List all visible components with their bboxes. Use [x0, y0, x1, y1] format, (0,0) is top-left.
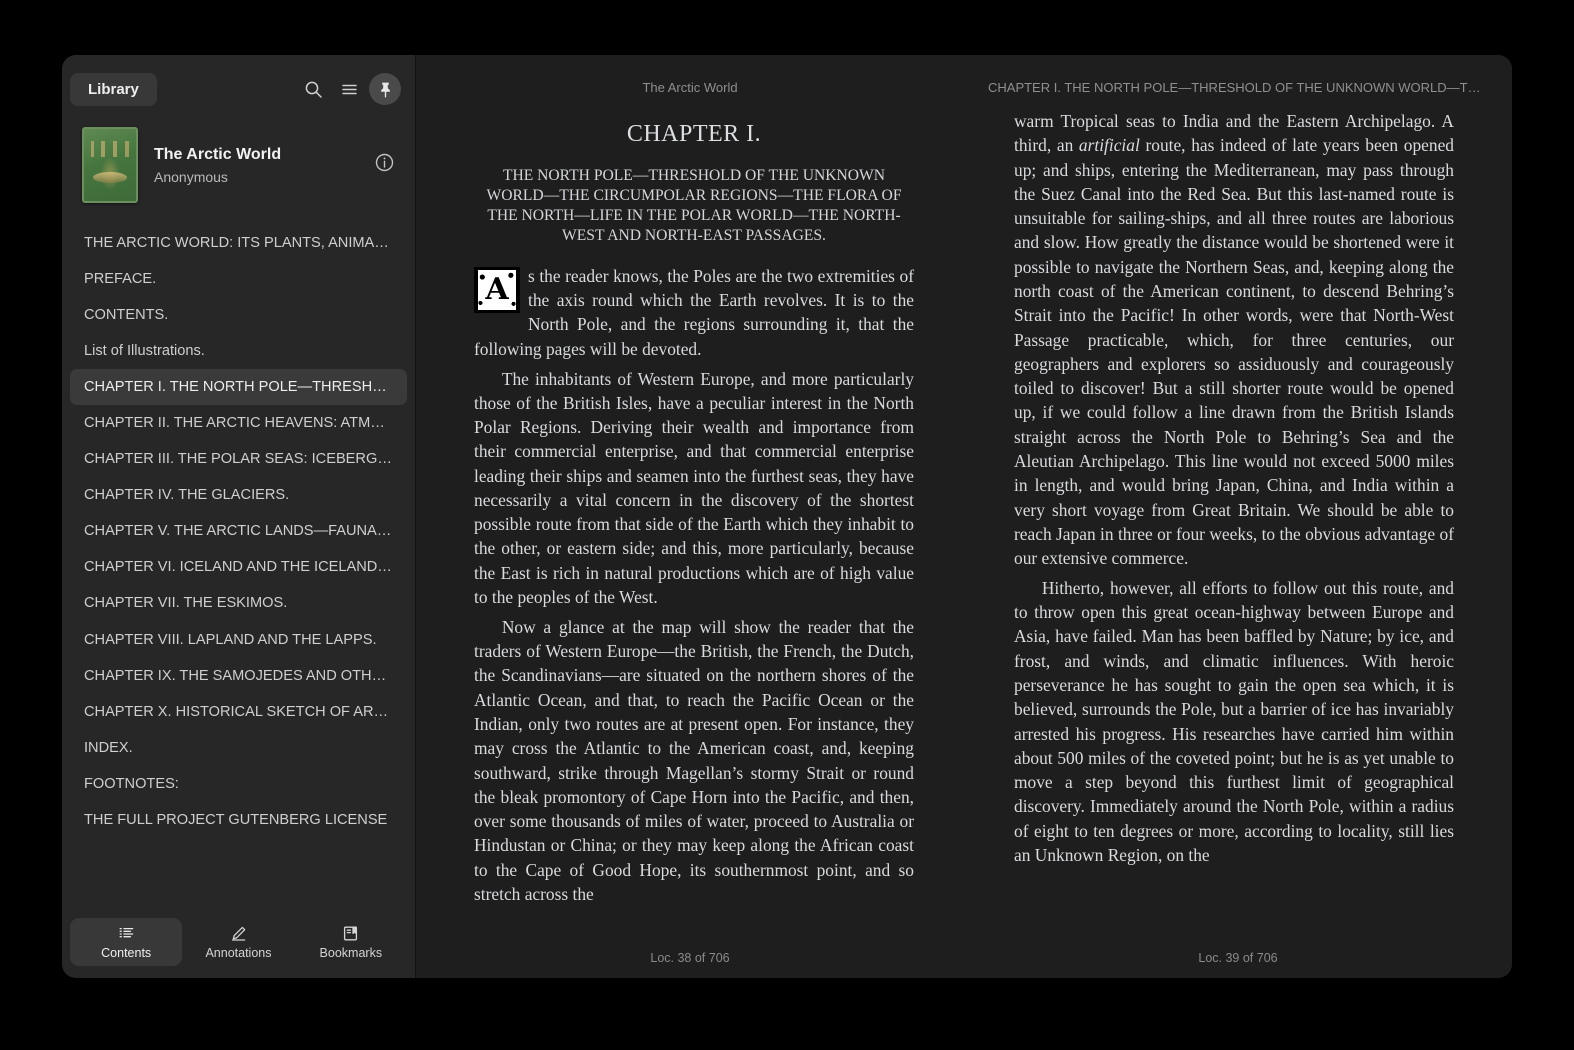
emphasis-text: artificial [1078, 135, 1140, 156]
running-head-left: The Arctic World [642, 79, 738, 95]
toc-item[interactable]: CHAPTER IX. THE SAMOJEDES AND OTHER T… [70, 658, 407, 694]
sidebar: Library The Arctic World Anonymous THE A… [62, 55, 416, 978]
location-right: Loc. 39 of 706 [1198, 951, 1278, 965]
drop-cap: A [474, 266, 520, 313]
toc-item[interactable]: CHAPTER X. HISTORICAL SKETCH OF ARCTIC … [70, 694, 407, 730]
library-button[interactable]: Library [70, 72, 157, 106]
tab-bookmarks-label: Bookmarks [319, 946, 383, 960]
toc-item[interactable]: CHAPTER IV. THE GLACIERS. [70, 477, 407, 513]
book-author: Anonymous [154, 169, 228, 186]
info-icon [374, 152, 395, 178]
toc-item[interactable]: THE ARCTIC WORLD: ITS PLANTS, ANIMALS, … [70, 225, 407, 261]
paragraph: As the reader knows, the Poles are the t… [474, 264, 914, 361]
running-heads: The Arctic World CHAPTER I. THE NORTH PO… [416, 55, 1512, 109]
book-info-button[interactable] [371, 152, 397, 178]
book-cover-thumbnail[interactable] [82, 127, 138, 203]
search-button[interactable] [297, 73, 329, 105]
toc-item[interactable]: CONTENTS. [70, 297, 407, 333]
toc-item[interactable]: CHAPTER I. THE NORTH POLE—THRESHOLD … [70, 369, 407, 406]
page-right[interactable]: warm Tropical seas to India and the East… [964, 109, 1512, 938]
book-title: The Arctic World [154, 145, 282, 163]
location-left: Loc. 38 of 706 [650, 951, 730, 965]
paragraph: warm Tropical seas to India and the East… [1014, 109, 1454, 570]
table-of-contents-list[interactable]: THE ARCTIC WORLD: ITS PLANTS, ANIMALS, …… [62, 219, 415, 914]
page-columns: CHAPTER I. THE NORTH POLE—THRESHOLD OF T… [416, 109, 1512, 938]
paragraph-text: s the reader knows, the Poles are the tw… [474, 265, 914, 359]
toc-item[interactable]: PREFACE. [70, 261, 407, 297]
paragraph: The inhabitants of Western Europe, and m… [474, 368, 914, 608]
menu-button[interactable] [333, 73, 365, 105]
chapter-subtitle: THE NORTH POLE—THRESHOLD OF THE UNKNOWN … [486, 167, 902, 244]
pin-sidebar-button[interactable] [369, 73, 401, 105]
toc-item[interactable]: CHAPTER III. THE POLAR SEAS: ICEBERGS—I… [70, 441, 407, 477]
toc-item[interactable]: CHAPTER VI. ICELAND AND THE ICELANDERS. [70, 549, 407, 585]
page-left[interactable]: CHAPTER I. THE NORTH POLE—THRESHOLD OF T… [416, 109, 964, 938]
toc-item[interactable]: CHAPTER VII. THE ESKIMOS. [70, 585, 407, 621]
toc-item[interactable]: THE FULL PROJECT GUTENBERG LICENSE [70, 802, 407, 838]
paragraph: Hitherto, however, all efforts to follow… [1014, 577, 1454, 865]
toc-item[interactable]: FOOTNOTES: [70, 766, 407, 802]
tab-annotations-label: Annotations [205, 946, 272, 960]
pencil-icon [230, 925, 247, 942]
sidebar-tab-bar: Contents Annotations Bookmarks [62, 914, 415, 978]
tab-contents[interactable]: Contents [70, 918, 183, 966]
reader-pane: The Arctic World CHAPTER I. THE NORTH PO… [416, 55, 1512, 978]
paragraph-text-b: route, has indeed of late years been ope… [1014, 135, 1454, 569]
tab-bookmarks[interactable]: Bookmarks [295, 918, 407, 966]
toc-item[interactable]: INDEX. [70, 730, 407, 766]
list-icon [118, 925, 135, 942]
reader-footer: Loc. 38 of 706 Loc. 39 of 706 [416, 938, 1512, 978]
tab-annotations[interactable]: Annotations [182, 918, 294, 966]
tab-contents-label: Contents [101, 946, 152, 960]
paragraph: Now a glance at the map will show the re… [474, 616, 914, 904]
sidebar-toolbar: Library [62, 55, 415, 113]
chapter-number: CHAPTER I. [626, 121, 762, 147]
book-header: The Arctic World Anonymous [62, 113, 415, 219]
toc-item[interactable]: CHAPTER II. THE ARCTIC HEAVENS: ATMOSP… [70, 405, 407, 441]
pin-icon [377, 81, 394, 98]
toc-item[interactable]: CHAPTER VIII. LAPLAND AND THE LAPPS. [70, 622, 407, 658]
toc-item[interactable]: CHAPTER V. THE ARCTIC LANDS—FAUNA—F… [70, 513, 407, 549]
bookmark-icon [342, 925, 359, 942]
book-meta: The Arctic World Anonymous [154, 145, 371, 185]
toc-item[interactable]: List of Illustrations. [70, 333, 407, 369]
hamburger-menu-icon [340, 80, 359, 99]
search-icon [304, 80, 323, 99]
running-head-right: CHAPTER I. THE NORTH POLE—THRESHOLD OF T… [988, 79, 1490, 95]
reader-window: Library The Arctic World Anonymous THE A… [62, 55, 1512, 978]
